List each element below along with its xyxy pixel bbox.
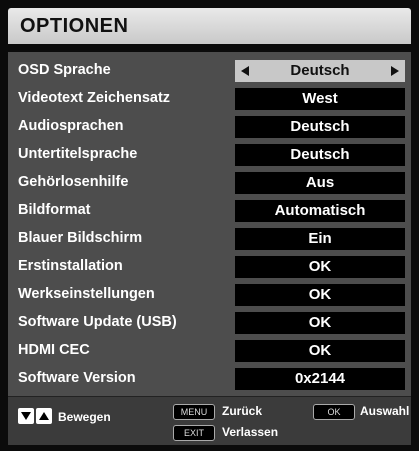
row-audio-languages[interactable]: Audiosprachen Deutsch	[8, 114, 411, 140]
row-value[interactable]: OK	[235, 312, 405, 334]
row-label: Erstinstallation	[18, 258, 123, 274]
menu-key-icon: MENU	[173, 404, 215, 420]
move-hint: Bewegen	[58, 410, 111, 424]
row-label: Audiosprachen	[18, 118, 124, 134]
row-label: OSD Sprache	[18, 62, 111, 78]
row-value[interactable]: West	[235, 88, 405, 110]
row-value[interactable]: OK	[235, 256, 405, 278]
row-blue-screen[interactable]: Blauer Bildschirm Ein	[8, 226, 411, 252]
row-hdmi-cec[interactable]: HDMI CEC OK	[8, 338, 411, 364]
row-hearing-impaired[interactable]: Gehörlosenhilfe Aus	[8, 170, 411, 196]
options-list: OSD Sprache Deutsch Videotext Zeichensat…	[8, 52, 411, 396]
row-value: 0x2144	[235, 368, 405, 390]
row-label: Gehörlosenhilfe	[18, 174, 129, 190]
row-label: Werkseinstellungen	[18, 286, 155, 302]
row-value[interactable]: Deutsch	[235, 116, 405, 138]
row-osd-language[interactable]: OSD Sprache Deutsch	[8, 58, 411, 84]
options-menu: OPTIONEN OSD Sprache Deutsch Videotext Z…	[0, 0, 419, 451]
row-value[interactable]: Deutsch	[235, 144, 405, 166]
osd-language-selector[interactable]: Deutsch	[235, 60, 405, 82]
row-software-version: Software Version 0x2144	[8, 366, 411, 392]
row-value[interactable]: OK	[235, 340, 405, 362]
row-value[interactable]: Ein	[235, 228, 405, 250]
row-label: HDMI CEC	[18, 342, 90, 358]
row-software-update[interactable]: Software Update (USB) OK	[8, 310, 411, 336]
row-first-installation[interactable]: Erstinstallation OK	[8, 254, 411, 280]
row-label: Blauer Bildschirm	[18, 230, 143, 246]
key-help-bar: Bewegen MENU Zurück EXIT Verlassen OK Au…	[8, 396, 411, 445]
exit-key-icon: EXIT	[173, 425, 215, 441]
row-label: Videotext Zeichensatz	[18, 90, 171, 106]
back-hint: Zurück	[222, 404, 263, 418]
row-value[interactable]: Aus	[235, 172, 405, 194]
arrow-down-key-icon	[18, 408, 34, 424]
row-label: Bildformat	[18, 202, 91, 218]
row-factory-reset[interactable]: Werkseinstellungen OK	[8, 282, 411, 308]
menu-title: OPTIONEN	[20, 15, 129, 37]
select-hint: Auswahl	[360, 404, 410, 418]
row-label: Software Update (USB)	[18, 314, 177, 330]
arrow-left-icon[interactable]	[241, 66, 249, 76]
menu-title-bar: OPTIONEN	[8, 8, 411, 44]
row-teletext-charset[interactable]: Videotext Zeichensatz West	[8, 86, 411, 112]
arrow-up-key-icon	[36, 408, 52, 424]
arrow-right-icon[interactable]	[391, 66, 399, 76]
exit-hint: Verlassen	[222, 425, 279, 439]
row-label: Software Version	[18, 370, 136, 386]
row-value: Deutsch	[290, 62, 350, 79]
row-value[interactable]: OK	[235, 284, 405, 306]
row-value[interactable]: Automatisch	[235, 200, 405, 222]
ok-key-icon: OK	[313, 404, 355, 420]
row-subtitle-language[interactable]: Untertitelsprache Deutsch	[8, 142, 411, 168]
row-label: Untertitelsprache	[18, 146, 138, 162]
row-picture-format[interactable]: Bildformat Automatisch	[8, 198, 411, 224]
